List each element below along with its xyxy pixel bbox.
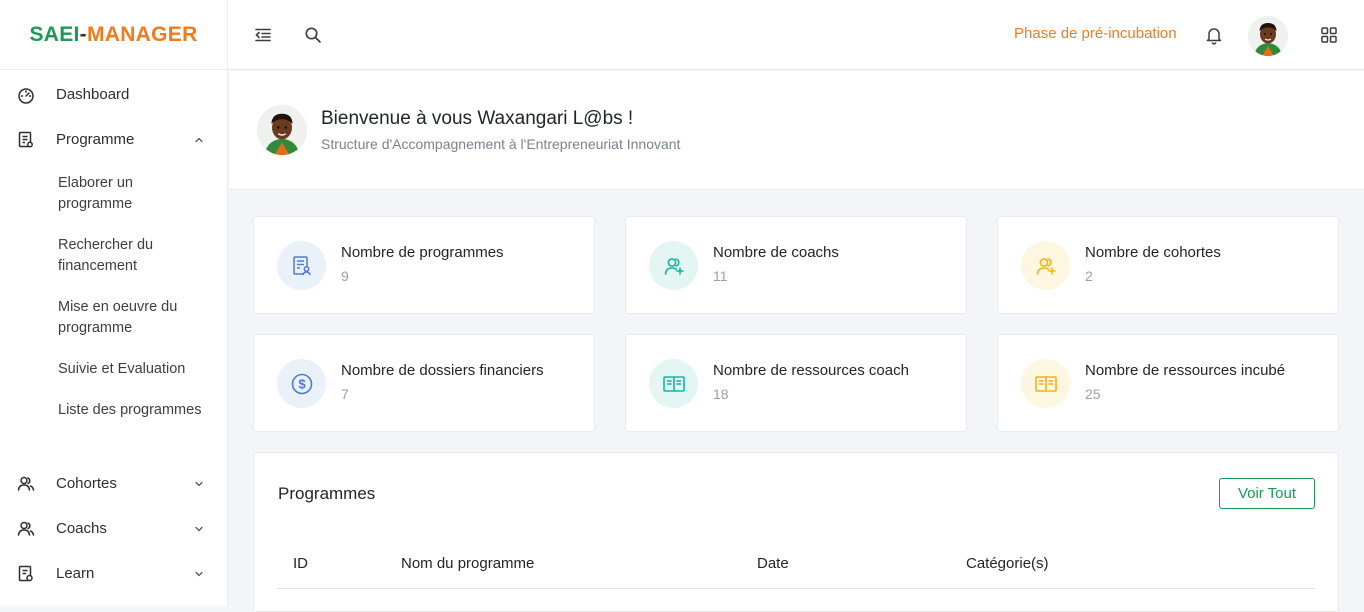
sidebar-item-label: Programme xyxy=(56,130,135,148)
welcome-title: Bienvenue à vous Waxangari L@bs ! xyxy=(321,108,634,129)
users-icon xyxy=(17,520,35,538)
sidebar-item-cohortes[interactable]: Cohortes xyxy=(0,463,228,503)
sidebar-item-label: Dashboard xyxy=(56,85,130,103)
stat-value: 18 xyxy=(713,386,729,402)
users-icon xyxy=(17,475,35,493)
stat-label: Nombre de programmes xyxy=(341,244,504,261)
svg-text:$: $ xyxy=(298,376,306,391)
top-header: SAEI - MANAGER Phase de pré-incubation xyxy=(0,0,1364,70)
stat-card-ressources-incube[interactable]: Nombre de ressources incubé 25 xyxy=(997,334,1339,432)
chevron-down-icon xyxy=(193,567,205,579)
welcome-subtitle: Structure d'Accompagnement à l'Entrepren… xyxy=(321,136,681,152)
apps-grid-icon[interactable] xyxy=(1316,22,1342,48)
stat-card-dossiers-financiers[interactable]: $ Nombre de dossiers financiers 7 xyxy=(253,334,595,432)
app-logo[interactable]: SAEI - MANAGER xyxy=(0,0,228,70)
chevron-up-icon xyxy=(193,133,205,145)
stat-value: 25 xyxy=(1085,386,1101,402)
sidebar-subitem-suivie[interactable]: Suivie et Evaluation xyxy=(58,359,208,380)
column-header-nom[interactable]: Nom du programme xyxy=(401,555,534,572)
stat-value: 7 xyxy=(341,386,349,402)
sidebar-item-dashboard[interactable]: Dashboard xyxy=(0,74,228,114)
organization-avatar xyxy=(257,105,307,155)
sidebar-subitem-elaborer[interactable]: Elaborer un programme xyxy=(58,173,208,215)
programmes-title: Programmes xyxy=(278,484,376,503)
search-icon[interactable] xyxy=(300,22,326,48)
stat-label: Nombre de ressources coach xyxy=(713,362,909,379)
stat-card-ressources-coach[interactable]: Nombre de ressources coach 18 xyxy=(625,334,967,432)
book-icon xyxy=(17,565,35,583)
sidebar-item-learn[interactable]: Learn xyxy=(0,553,228,593)
stat-value: 2 xyxy=(1085,268,1093,284)
stat-label: Nombre de dossiers financiers xyxy=(341,362,544,379)
bell-icon[interactable] xyxy=(1201,22,1227,48)
phase-label[interactable]: Phase de pré-incubation xyxy=(1014,25,1177,42)
sidebar-subitem-liste[interactable]: Liste des programmes xyxy=(58,400,208,421)
user-add-icon xyxy=(649,241,698,290)
sidebar-item-label: Coachs xyxy=(56,519,107,537)
dollar-circle-icon: $ xyxy=(277,359,326,408)
column-header-date[interactable]: Date xyxy=(757,555,789,572)
logo-part2: MANAGER xyxy=(86,23,198,46)
column-header-id[interactable]: ID xyxy=(293,555,308,572)
stat-label: Nombre de ressources incubé xyxy=(1085,362,1286,379)
sidebar-item-label: Learn xyxy=(56,564,95,582)
open-book-icon xyxy=(649,359,698,408)
document-icon xyxy=(17,131,35,149)
sidebar-item-coachs[interactable]: Coachs xyxy=(0,508,228,548)
chevron-down-icon xyxy=(193,522,205,534)
open-book-icon xyxy=(1021,359,1070,408)
programmes-panel: Programmes Voir Tout ID Nom du programme… xyxy=(253,452,1339,612)
document-user-icon xyxy=(277,241,326,290)
avatar[interactable] xyxy=(1248,16,1288,56)
dashboard-gauge-icon xyxy=(17,86,35,104)
sidebar-subitem-mise-en-oeuvre[interactable]: Mise en oeuvre du programme xyxy=(58,297,208,339)
stat-card-coachs[interactable]: Nombre de coachs 11 xyxy=(625,216,967,314)
logo-dash: - xyxy=(79,23,87,46)
chevron-down-icon xyxy=(193,477,205,489)
stat-label: Nombre de coachs xyxy=(713,244,839,261)
menu-collapse-icon[interactable] xyxy=(250,22,276,48)
welcome-banner: Bienvenue à vous Waxangari L@bs ! Struct… xyxy=(229,71,1364,190)
voir-tout-button[interactable]: Voir Tout xyxy=(1219,478,1315,509)
sidebar-item-label: Cohortes xyxy=(56,474,117,492)
stat-value: 9 xyxy=(341,268,349,284)
stat-value: 11 xyxy=(713,268,728,284)
sidebar-item-programme[interactable]: Programme xyxy=(0,119,228,159)
user-add-icon xyxy=(1021,241,1070,290)
stat-card-programmes[interactable]: Nombre de programmes 9 xyxy=(253,216,595,314)
sidebar: Dashboard Programme Elaborer un programm… xyxy=(0,70,228,606)
column-header-categories[interactable]: Catégorie(s) xyxy=(966,555,1049,572)
stat-label: Nombre de cohortes xyxy=(1085,244,1221,261)
stat-card-cohortes[interactable]: Nombre de cohortes 2 xyxy=(997,216,1339,314)
logo-part1: SAEI xyxy=(29,23,80,46)
sidebar-subitem-financement[interactable]: Rechercher du financement xyxy=(58,235,208,277)
table-header-divider xyxy=(277,588,1315,589)
